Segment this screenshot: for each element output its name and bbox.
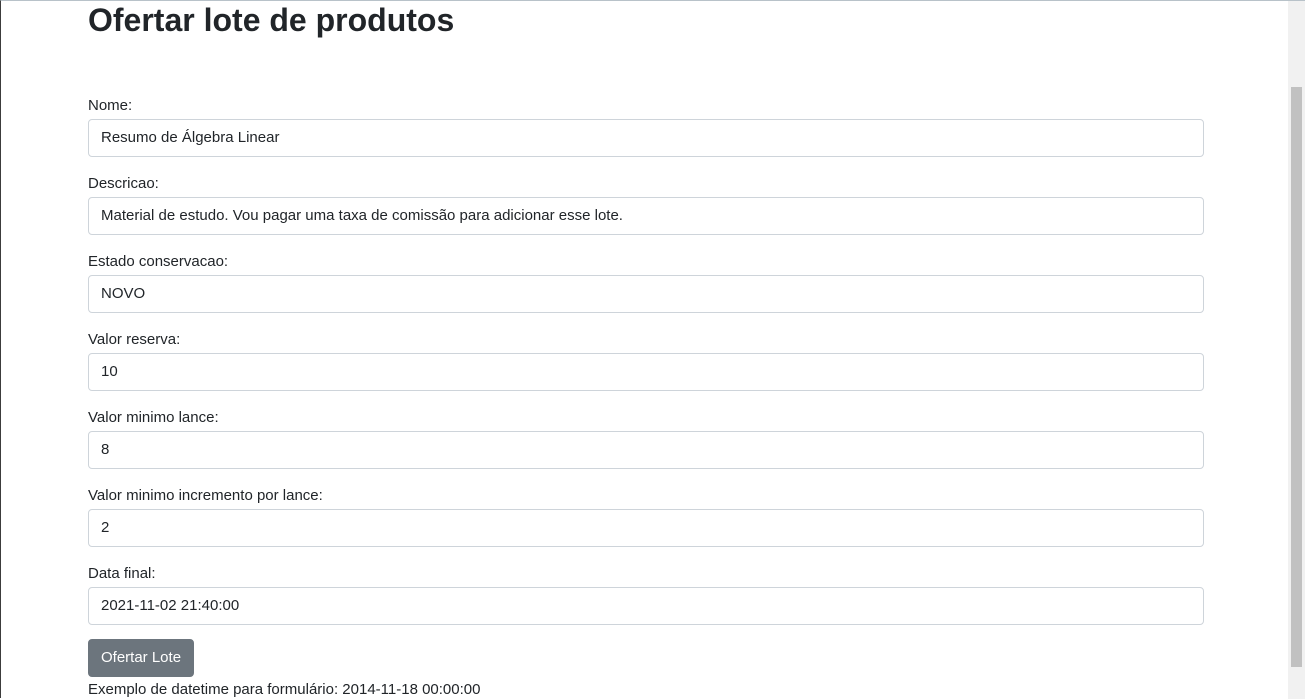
vertical-scrollbar[interactable] [1288,1,1305,699]
field-valor-minimo-incremento: Valor minimo incremento por lance: 2 [88,487,1204,547]
valor-reserva-input[interactable]: 10 [88,353,1204,391]
field-label-valor-minimo-incremento: Valor minimo incremento por lance: [88,487,323,504]
field-valor-minimo-lance: Valor minimo lance: 8 [88,409,1204,469]
field-label-nome: Nome: [88,97,133,114]
valor-minimo-incremento-input[interactable]: 2 [88,509,1204,547]
field-label-data-final: Data final: [88,565,156,582]
ofertar-lote-button[interactable]: Ofertar Lote [88,639,195,677]
field-estado-conservacao: Estado conservacao: NOVO [88,253,1204,313]
nome-input[interactable]: Resumo de Álgebra Linear [88,119,1204,157]
field-nome: Nome: Resumo de Álgebra Linear [88,97,1204,157]
estado-conservacao-input[interactable]: NOVO [88,275,1204,313]
field-descricao: Descricao: Material de estudo. Vou pagar… [88,175,1204,235]
datetime-example-text: Exemplo de datetime para formulário: 201… [88,681,481,698]
field-valor-reserva: Valor reserva: 10 [88,331,1204,391]
data-final-input[interactable]: 2021-11-02 21:40:00 [88,587,1204,625]
page-frame: Ofertar lote de produtos Nome: Resumo de… [0,0,1305,699]
field-label-valor-reserva: Valor reserva: [88,331,181,348]
valor-minimo-lance-input[interactable]: 8 [88,431,1204,469]
descricao-input[interactable]: Material de estudo. Vou pagar uma taxa d… [88,197,1204,235]
page-title: Ofertar lote de produtos [88,2,455,38]
field-label-descricao: Descricao: [88,175,159,192]
scrollbar-thumb[interactable] [1291,87,1302,667]
field-label-valor-minimo-lance: Valor minimo lance: [88,409,219,426]
field-data-final: Data final: 2021-11-02 21:40:00 [88,565,1204,625]
field-label-estado-conservacao: Estado conservacao: [88,253,229,270]
